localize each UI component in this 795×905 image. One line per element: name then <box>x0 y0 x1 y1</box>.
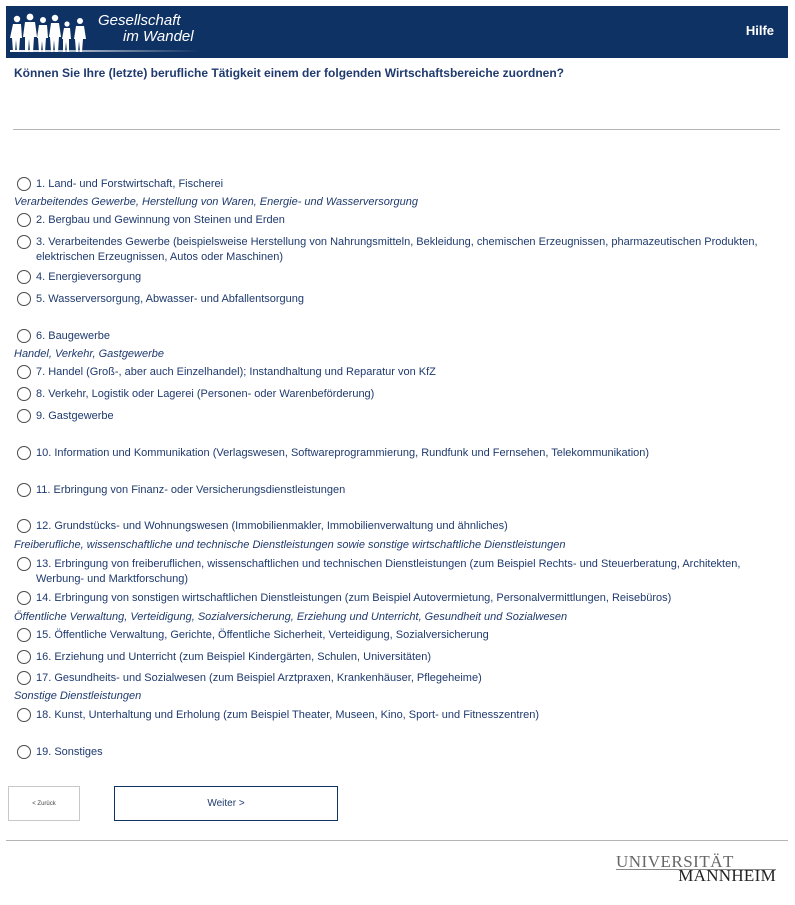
category-heading: Öffentliche Verwaltung, Verteidigung, So… <box>14 611 568 623</box>
category-heading: Verarbeitendes Gewerbe, Herstellung von … <box>14 196 418 208</box>
radio-button[interactable] <box>17 650 31 664</box>
radio-button[interactable] <box>17 213 31 227</box>
option-13[interactable]: 13. Erbringung von freiberuflichen, wiss… <box>17 557 771 587</box>
option-label: 6. Baugewerbe <box>36 330 110 342</box>
radio-button[interactable] <box>17 270 31 284</box>
option-10[interactable]: 10. Information und Kommunikation (Verla… <box>17 446 771 461</box>
radio-button[interactable] <box>17 409 31 423</box>
option-11[interactable]: 11. Erbringung von Finanz- oder Versiche… <box>17 483 771 498</box>
option-label: 12. Grundstücks- und Wohnungswesen (Immo… <box>36 520 508 532</box>
radio-button[interactable] <box>17 519 31 533</box>
option-label: 14. Erbringung von sonstigen wirtschaftl… <box>36 592 672 604</box>
back-button[interactable]: < Zurück <box>8 786 80 821</box>
radio-button[interactable] <box>17 292 31 306</box>
logo-line-1: Gesellschaft <box>98 12 181 29</box>
category-heading: Sonstige Dienstleistungen <box>14 690 142 702</box>
option-19[interactable]: 19. Sonstiges <box>17 745 771 760</box>
university-logo-line-2: MANNHEIM <box>678 866 776 885</box>
radio-button[interactable] <box>17 387 31 401</box>
option-label: 8. Verkehr, Logistik oder Lagerei (Perso… <box>36 388 375 400</box>
header-bar: Gesellschaft im Wandel Hilfe <box>6 6 788 58</box>
option-label: 5. Wasserversorgung, Abwasser- und Abfal… <box>36 293 305 305</box>
option-12[interactable]: 12. Grundstücks- und Wohnungswesen (Immo… <box>17 519 771 534</box>
option-label: 19. Sonstiges <box>36 746 103 758</box>
option-label: 18. Kunst, Unterhaltung und Erholung (zu… <box>36 709 540 721</box>
option-label: 17. Gesundheits- und Sozialwesen (zum Be… <box>36 672 482 684</box>
radio-button[interactable] <box>17 446 31 460</box>
radio-button[interactable] <box>17 671 31 685</box>
radio-button[interactable] <box>17 628 31 642</box>
logo-line-2: im Wandel <box>123 28 194 45</box>
people-silhouette-icon <box>10 13 86 52</box>
option-9[interactable]: 9. Gastgewerbe <box>17 409 771 424</box>
option-1[interactable]: 1. Land- und Forstwirtschaft, Fischerei <box>17 177 771 192</box>
option-16[interactable]: 16. Erziehung und Unterricht (zum Beispi… <box>17 650 771 665</box>
next-button[interactable]: Weiter > <box>114 786 338 821</box>
option-4[interactable]: 4. Energieversorgung <box>17 270 771 285</box>
logo-underline <box>10 50 200 52</box>
option-14[interactable]: 14. Erbringung von sonstigen wirtschaftl… <box>17 591 771 606</box>
radio-button[interactable] <box>17 591 31 605</box>
option-label: 15. Öffentliche Verwaltung, Gerichte, Öf… <box>36 629 489 641</box>
option-2[interactable]: 2. Bergbau und Gewinnung von Steinen und… <box>17 213 771 228</box>
university-logo: UNIVERSITÄT MANNHEIM <box>616 852 778 886</box>
option-label: 2. Bergbau und Gewinnung von Steinen und… <box>36 214 285 226</box>
option-label: 1. Land- und Forstwirtschaft, Fischerei <box>36 178 224 190</box>
radio-button[interactable] <box>17 483 31 497</box>
category-heading: Freiberufliche, wissenschaftliche und te… <box>14 539 566 551</box>
option-label: 11. Erbringung von Finanz- oder Versiche… <box>36 484 346 496</box>
option-6[interactable]: 6. Baugewerbe <box>17 329 771 344</box>
radio-button[interactable] <box>17 235 31 249</box>
option-label: 9. Gastgewerbe <box>36 410 114 422</box>
option-17[interactable]: 17. Gesundheits- und Sozialwesen (zum Be… <box>17 671 771 686</box>
category-heading: Handel, Verkehr, Gastgewerbe <box>14 348 165 360</box>
option-label: 10. Information und Kommunikation (Verla… <box>36 447 650 459</box>
radio-button[interactable] <box>17 745 31 759</box>
option-8[interactable]: 8. Verkehr, Logistik oder Lagerei (Perso… <box>17 387 771 402</box>
option-label: 16. Erziehung und Unterricht (zum Beispi… <box>36 651 431 663</box>
divider <box>13 129 780 130</box>
option-label: 7. Handel (Groß-, aber auch Einzelhandel… <box>36 366 436 378</box>
option-label: 3. Verarbeitendes Gewerbe (beispielsweis… <box>36 236 758 263</box>
radio-button[interactable] <box>17 329 31 343</box>
help-link[interactable]: Hilfe <box>746 23 774 38</box>
radio-button[interactable] <box>17 708 31 722</box>
radio-button[interactable] <box>17 365 31 379</box>
option-5[interactable]: 5. Wasserversorgung, Abwasser- und Abfal… <box>17 292 771 307</box>
option-18[interactable]: 18. Kunst, Unterhaltung und Erholung (zu… <box>17 708 771 723</box>
radio-button[interactable] <box>17 557 31 571</box>
radio-button[interactable] <box>17 177 31 191</box>
question-text: Können Sie Ihre (letzte) berufliche Täti… <box>14 66 564 80</box>
option-7[interactable]: 7. Handel (Groß-, aber auch Einzelhandel… <box>17 365 771 380</box>
option-3[interactable]: 3. Verarbeitendes Gewerbe (beispielsweis… <box>17 235 771 265</box>
option-15[interactable]: 15. Öffentliche Verwaltung, Gerichte, Öf… <box>17 628 771 643</box>
option-label: 4. Energieversorgung <box>36 271 142 283</box>
option-label: 13. Erbringung von freiberuflichen, wiss… <box>36 558 741 585</box>
logo-text: Gesellschaft im Wandel <box>94 13 194 45</box>
footer-divider <box>6 840 788 841</box>
